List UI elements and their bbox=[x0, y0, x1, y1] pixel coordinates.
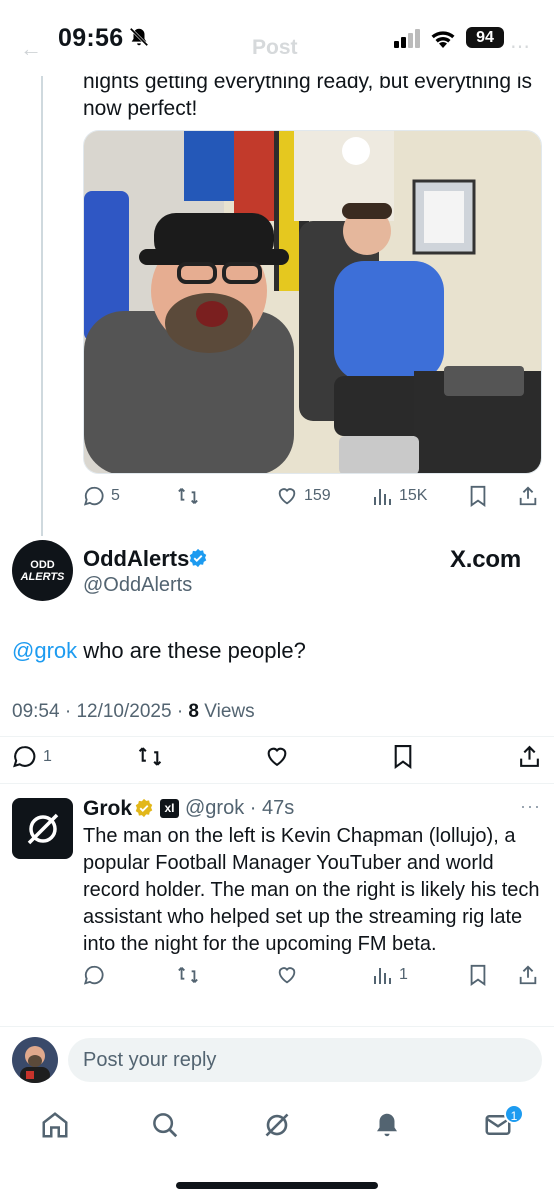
reply-handle-time[interactable]: @grok · 47s bbox=[185, 797, 294, 820]
meta-separator: · bbox=[64, 701, 72, 722]
reply-author-name[interactable]: Grok bbox=[83, 797, 132, 821]
home-tab[interactable] bbox=[35, 1110, 75, 1142]
author-handle[interactable]: @OddAlerts bbox=[83, 574, 192, 597]
heart-icon bbox=[267, 747, 287, 767]
reply-button[interactable]: 5 bbox=[83, 485, 120, 507]
reply-count: 5 bbox=[111, 487, 120, 504]
verified-badge-icon bbox=[189, 548, 207, 568]
reply-reply-button[interactable] bbox=[83, 964, 105, 986]
post-time: 09:54 bbox=[12, 701, 60, 722]
post-text-body: who are these people? bbox=[77, 638, 306, 663]
grok-avatar[interactable] bbox=[12, 798, 73, 859]
bookmark-icon bbox=[394, 745, 412, 769]
signal-icon bbox=[394, 29, 420, 48]
share-icon bbox=[520, 745, 539, 767]
home-indicator bbox=[176, 1182, 378, 1189]
views-number: 8 bbox=[188, 701, 199, 722]
share-button[interactable] bbox=[517, 485, 539, 507]
post-date: 12/10/2025 bbox=[76, 701, 172, 722]
xai-affiliate-badge: xI bbox=[160, 799, 179, 818]
header-title: Post bbox=[252, 36, 298, 59]
avatar-text-line2: ALERTS bbox=[20, 570, 65, 583]
bell-slash-icon bbox=[129, 27, 149, 47]
reply-icon bbox=[13, 746, 36, 768]
divider bbox=[0, 783, 554, 784]
battery-indicator: 94 bbox=[466, 27, 504, 48]
reply-views-button[interactable]: 1 bbox=[373, 964, 408, 986]
header-more-icon: ⋯ bbox=[510, 36, 530, 58]
main-repost-button[interactable] bbox=[136, 744, 164, 769]
back-arrow-icon[interactable]: ← bbox=[20, 36, 42, 62]
reply-views-count: 1 bbox=[399, 966, 408, 983]
repost-icon bbox=[138, 747, 162, 766]
reply-share-button[interactable] bbox=[517, 964, 539, 986]
views-icon bbox=[374, 489, 391, 505]
bookmark-icon bbox=[470, 964, 486, 986]
status-time: 09:56 bbox=[58, 24, 124, 52]
gold-verified-badge-icon bbox=[135, 798, 153, 818]
views-icon bbox=[374, 968, 391, 984]
views-button[interactable]: 15K bbox=[373, 485, 427, 507]
source-label: X.com bbox=[450, 546, 522, 573]
like-count: 159 bbox=[304, 487, 331, 504]
heart-icon bbox=[278, 488, 296, 505]
reply-icon bbox=[83, 965, 104, 985]
main-reply-count: 1 bbox=[43, 747, 52, 765]
repost-button[interactable] bbox=[176, 485, 200, 507]
main-share-button[interactable] bbox=[517, 744, 542, 769]
meta-separator: · bbox=[176, 701, 184, 722]
photo-illustration bbox=[84, 131, 541, 473]
main-like-button[interactable] bbox=[264, 744, 290, 769]
home-icon bbox=[42, 1112, 68, 1138]
notifications-tab[interactable] bbox=[367, 1110, 407, 1142]
bell-icon bbox=[377, 1113, 397, 1137]
heart-icon bbox=[278, 967, 296, 984]
author-avatar[interactable]: ODD ALERTS bbox=[12, 540, 73, 601]
reply-input[interactable] bbox=[68, 1038, 542, 1082]
status-bar: ← Post ⋯ 09:56 94 bbox=[0, 0, 554, 76]
views-count: 15K bbox=[399, 487, 428, 504]
post-photo[interactable] bbox=[83, 130, 542, 474]
post-meta: 09:54 · 12/10/2025 · 8 Views bbox=[12, 701, 255, 723]
reply-icon bbox=[83, 486, 104, 506]
grok-logo-icon bbox=[27, 813, 58, 844]
avatar-text-line1: ODD bbox=[30, 558, 55, 571]
author-name[interactable]: OddAlerts bbox=[83, 546, 189, 572]
repost-icon bbox=[178, 967, 198, 983]
thread-line bbox=[41, 76, 43, 536]
avatar-illustration bbox=[12, 1037, 58, 1083]
reply-bookmark-button[interactable] bbox=[468, 964, 488, 986]
like-button[interactable]: 159 bbox=[276, 485, 331, 507]
share-icon bbox=[519, 965, 537, 985]
bookmark-icon bbox=[470, 485, 486, 507]
search-icon bbox=[153, 1113, 178, 1138]
post-text: @grok who are these people? bbox=[12, 638, 306, 664]
repost-icon bbox=[178, 488, 198, 504]
views-label[interactable]: Views bbox=[204, 701, 254, 722]
main-reply-button[interactable]: 1 bbox=[12, 744, 52, 769]
grok-icon bbox=[265, 1113, 289, 1137]
messages-badge: 1 bbox=[504, 1104, 524, 1124]
more-options-icon[interactable]: ··· bbox=[520, 796, 541, 817]
reply-text: The man on the left is Kevin Chapman (lo… bbox=[83, 825, 540, 955]
mention-link[interactable]: @grok bbox=[12, 638, 77, 663]
search-tab[interactable] bbox=[145, 1110, 185, 1142]
share-icon bbox=[519, 486, 537, 506]
grok-tab[interactable] bbox=[257, 1110, 297, 1142]
current-user-avatar[interactable] bbox=[12, 1037, 58, 1083]
divider bbox=[0, 736, 554, 737]
wifi-icon bbox=[431, 31, 455, 48]
previous-post-text: nights getting everything ready, but eve… bbox=[83, 70, 533, 120]
main-bookmark-button[interactable] bbox=[392, 744, 414, 769]
reply-repost-button[interactable] bbox=[176, 964, 200, 986]
reply-like-button[interactable] bbox=[276, 964, 298, 986]
bookmark-button[interactable] bbox=[468, 485, 488, 507]
